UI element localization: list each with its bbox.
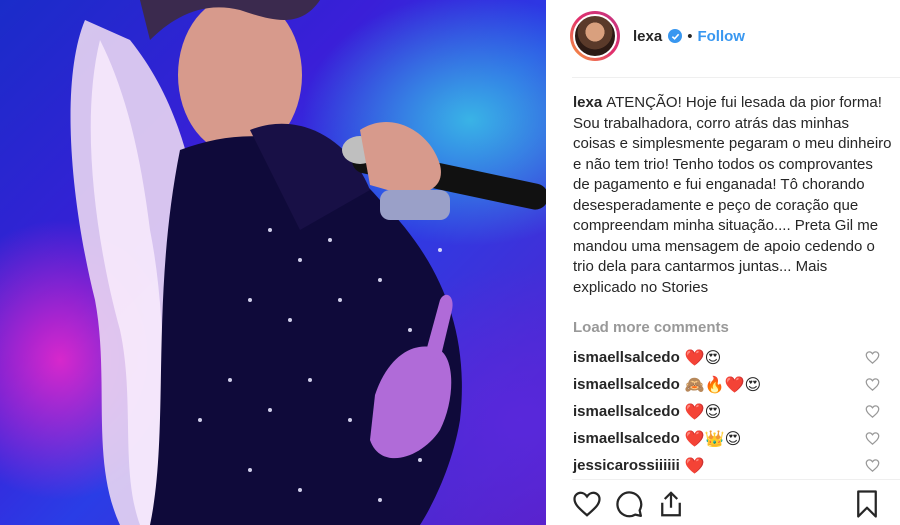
comment-text: ❤️😍 [684,401,722,421]
post-photo[interactable] [0,0,546,525]
comments-list: ismaellsalcedo ❤️😍 ismaellsalcedo 🙈🔥❤️😍 … [573,344,900,479]
load-more-comments-button[interactable]: Load more comments [573,319,729,336]
verified-badge-icon [668,29,683,43]
header-divider [572,77,900,78]
caption-author-link[interactable]: lexa [573,94,602,111]
comment-text: ❤️😍 [684,347,722,367]
comment-username[interactable]: ismaellsalcedo [573,376,680,393]
post-actions-bar [546,485,900,525]
username-link[interactable]: lexa [633,28,662,45]
bookmark-icon[interactable] [852,489,882,519]
comment-item: jessicarossiiiiii ❤️ [573,452,900,479]
comment-item: ismaellsalcedo ❤️😍 [573,398,900,425]
comment-item: ismaellsalcedo 🙈🔥❤️😍 [573,371,900,398]
follow-button[interactable]: Follow [697,28,745,45]
post-caption: lexa ATENÇÃO! Hoje fui lesada da pior for… [573,93,893,298]
comment-text: ❤️ [684,455,705,475]
comment-item: ismaellsalcedo ❤️😍 [573,344,900,371]
separator-dot: • [687,27,693,45]
comment-username[interactable]: ismaellsalcedo [573,349,680,366]
like-heart-icon[interactable] [572,489,602,519]
comment-heart-icon[interactable] [865,458,880,473]
comment-heart-icon[interactable] [865,404,880,419]
comment-text: 🙈🔥❤️😍 [684,374,762,394]
instagram-post: lexa • Follow lexa ATENÇÃO! Hoje fui lesa… [0,0,900,525]
avatar[interactable] [570,11,620,61]
post-side-panel: lexa • Follow lexa ATENÇÃO! Hoje fui lesa… [546,0,900,525]
comment-username[interactable]: ismaellsalcedo [573,403,680,420]
caption-text: ATENÇÃO! Hoje fui lesada da pior forma! … [573,94,892,296]
comment-item: ismaellsalcedo ❤️👑😍 [573,425,900,452]
comment-heart-icon[interactable] [865,350,880,365]
comment-heart-icon[interactable] [865,377,880,392]
comment-heart-icon[interactable] [865,431,880,446]
avatar-image [573,14,617,58]
comment-username[interactable]: jessicarossiiiiii [573,457,680,474]
post-header: lexa • Follow [546,0,900,72]
share-icon[interactable] [656,489,686,519]
singer-photo-illustration [70,0,546,525]
actions-divider [572,479,900,480]
comment-username[interactable]: ismaellsalcedo [573,430,680,447]
comment-text: ❤️👑😍 [684,428,742,448]
comment-bubble-icon[interactable] [614,489,644,519]
